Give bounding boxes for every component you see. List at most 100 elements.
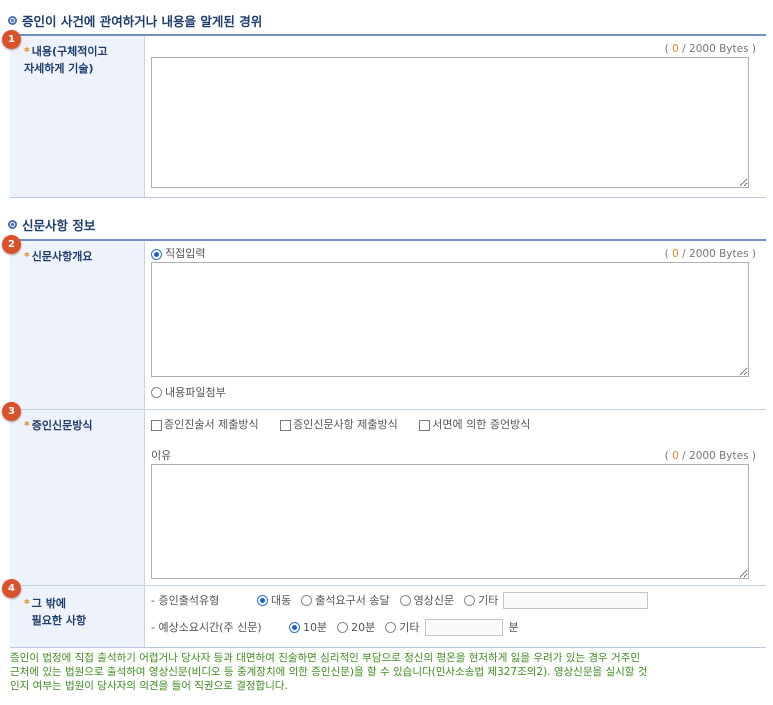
file-attach-row: 내용파일첨부 <box>151 384 756 401</box>
duration-option-20[interactable]: 20분 <box>337 619 375 635</box>
attendance-option-accompany[interactable]: 대동 <box>257 592 291 608</box>
required-star-icon: * <box>24 419 30 432</box>
reason-header: 이유 ( 0 / 2000 Bytes ) <box>151 448 756 464</box>
section-bullet-icon <box>8 220 17 229</box>
byte-count: 0 <box>672 43 679 55</box>
checkbox-icon <box>280 419 292 431</box>
radio-unchecked-icon <box>301 594 313 606</box>
summary-textarea[interactable] <box>151 262 749 377</box>
byte-count: 0 <box>672 450 679 462</box>
radio-unchecked-icon <box>385 621 397 633</box>
other-label-line2: 필요한 사항 <box>31 614 87 627</box>
section-title-involvement: 증인이 사건에 관여하거나 내용을 알게된 경위 <box>8 11 262 30</box>
attendance-other-input[interactable] <box>503 591 649 609</box>
other-label: * 그 밖에 필요한 사항 <box>10 586 145 647</box>
section-title-text: 신문사항 정보 <box>22 218 96 233</box>
questioning-table: * 신문사항개요 직접입력 ( 0 / 2000 Bytes ) 내용파일첨부 *… <box>10 239 766 648</box>
checkbox-icon <box>151 419 162 431</box>
video-testimony-notice: 증인이 법정에 직접 출석하기 어렵거나 당사자 등과 대면하여 진술하면 심리… <box>10 651 766 693</box>
attendance-option-label: 영상신문 <box>413 594 455 607</box>
byte-counter-suffix: / 2000 Bytes ) <box>682 43 756 55</box>
byte-counter-suffix: / 2000 Bytes ) <box>682 450 756 462</box>
other-cell: - 증인출석유형 대동 출석요구서 송달 영상신문 기타 - 예상소요시간(주 … <box>145 586 766 647</box>
method-option-label: 증인신문사항 제출방식 <box>293 418 398 431</box>
content-row: * 내용(구체적이고 자세하게 기술) ( 0 / 2000 Bytes ) <box>10 36 766 197</box>
method-option-label: 서면에 의한 증언방식 <box>432 418 531 431</box>
byte-count: 0 <box>672 248 679 260</box>
direct-input-label: 직접입력 <box>165 247 206 260</box>
byte-counter-prefix: ( <box>664 43 669 55</box>
byte-counter: ( 0 / 2000 Bytes ) <box>665 448 756 464</box>
duration-option-label: 10분 <box>303 621 328 634</box>
summary-label: * 신문사항개요 <box>10 241 145 409</box>
other-row: * 그 밖에 필요한 사항 - 증인출석유형 대동 출석요구서 송달 영상신문 기… <box>10 586 766 647</box>
content-label: * 내용(구체적이고 자세하게 기술) <box>10 36 145 197</box>
duration-option-label: 20분 <box>351 621 376 634</box>
method-row: * 증인신문방식 증인진술서 제출방식 증인신문사항 제출방식 서면에 의한 증언… <box>10 410 766 586</box>
content-label-line1: 내용(구체적이고 <box>31 45 108 58</box>
method-label: * 증인신문방식 <box>10 410 145 585</box>
attendance-row: - 증인출석유형 대동 출석요구서 송달 영상신문 기타 <box>151 590 756 610</box>
method-cell: 증인진술서 제출방식 증인신문사항 제출방식 서면에 의한 증언방식 이유 ( … <box>145 410 766 585</box>
duration-option-10[interactable]: 10분 <box>289 619 327 635</box>
reason-label: 이유 <box>151 449 172 462</box>
file-attach-label: 내용파일첨부 <box>165 386 226 399</box>
summary-cell: 직접입력 ( 0 / 2000 Bytes ) 내용파일첨부 <box>145 241 766 409</box>
summary-header: 직접입력 ( 0 / 2000 Bytes ) <box>151 246 756 262</box>
byte-counter-suffix: / 2000 Bytes ) <box>682 248 756 260</box>
summary-row: * 신문사항개요 직접입력 ( 0 / 2000 Bytes ) 내용파일첨부 <box>10 241 766 410</box>
checkbox-icon <box>419 419 431 431</box>
required-star-icon: * <box>24 597 30 610</box>
duration-option-label: 기타 <box>399 621 420 634</box>
byte-counter-prefix: ( <box>664 450 669 462</box>
step-badge-2: 2 <box>2 235 21 254</box>
section-title-text: 증인이 사건에 관여하거나 내용을 알게된 경위 <box>22 14 263 29</box>
method-label-text: 증인신문방식 <box>31 419 93 432</box>
method-option-label: 증인진술서 제출방식 <box>164 418 259 431</box>
content-label-line2: 자세하게 기술) <box>24 62 94 75</box>
section-bullet-icon <box>8 16 17 25</box>
radio-checked-icon <box>151 248 162 260</box>
section-title-questioning: 신문사항 정보 <box>8 215 95 234</box>
duration-row: - 예상소요시간(주 신문) 10분 20분 기타 분 <box>151 617 756 637</box>
attendance-option-label: 출석요구서 송달 <box>315 594 390 607</box>
content-textarea[interactable] <box>151 57 749 188</box>
method-options: 증인진술서 제출방식 증인신문사항 제출방식 서면에 의한 증언방식 <box>151 416 756 434</box>
direct-input-radio[interactable]: 직접입력 <box>151 246 205 262</box>
involvement-table: * 내용(구체적이고 자세하게 기술) ( 0 / 2000 Bytes ) <box>10 34 766 198</box>
method-option-questions[interactable]: 증인신문사항 제출방식 <box>280 416 398 434</box>
radio-unchecked-icon <box>151 386 162 398</box>
duration-label: - 예상소요시간(주 신문) <box>151 621 262 634</box>
summary-label-text: 신문사항개요 <box>31 250 93 263</box>
radio-checked-icon <box>289 621 300 633</box>
method-option-written[interactable]: 서면에 의한 증언방식 <box>419 416 530 434</box>
radio-unchecked-icon <box>464 594 476 606</box>
attendance-option-other[interactable]: 기타 <box>464 592 498 608</box>
radio-unchecked-icon <box>337 621 349 633</box>
method-option-statement[interactable]: 증인진술서 제출방식 <box>151 416 259 434</box>
attendance-option-label: 기타 <box>478 594 499 607</box>
content-cell: ( 0 / 2000 Bytes ) <box>145 36 766 197</box>
duration-option-other[interactable]: 기타 <box>385 619 420 635</box>
required-star-icon: * <box>24 250 30 263</box>
radio-unchecked-icon <box>399 594 411 606</box>
file-attach-radio[interactable]: 내용파일첨부 <box>151 384 226 400</box>
attendance-option-summons[interactable]: 출석요구서 송달 <box>301 592 390 608</box>
other-label-line1: 그 밖에 <box>31 597 66 610</box>
notice-line-1: 증인이 법정에 직접 출석하기 어렵거나 당사자 등과 대면하여 진술하면 심리… <box>10 652 641 664</box>
byte-counter-prefix: ( <box>664 248 669 260</box>
reason-textarea[interactable] <box>151 464 749 579</box>
radio-checked-icon <box>257 594 268 606</box>
step-badge-4: 4 <box>2 579 21 598</box>
attendance-option-label: 대동 <box>271 594 292 607</box>
byte-counter: ( 0 / 2000 Bytes ) <box>665 246 756 262</box>
duration-other-input[interactable] <box>424 618 503 636</box>
attendance-option-video[interactable]: 영상신문 <box>399 592 455 608</box>
notice-line-2: 근처에 있는 법원으로 출석하여 영상신문(비디오 등 중계장치에 의한 증인신… <box>10 666 648 678</box>
step-badge-3: 3 <box>2 402 21 421</box>
minutes-unit: 분 <box>508 621 519 634</box>
required-star-icon: * <box>24 45 30 58</box>
byte-counter: ( 0 / 2000 Bytes ) <box>151 41 756 57</box>
step-badge-1: 1 <box>2 30 21 49</box>
notice-line-3: 인지 여부는 법원이 당사자의 의견을 들어 직권으로 결정합니다. <box>10 680 288 692</box>
